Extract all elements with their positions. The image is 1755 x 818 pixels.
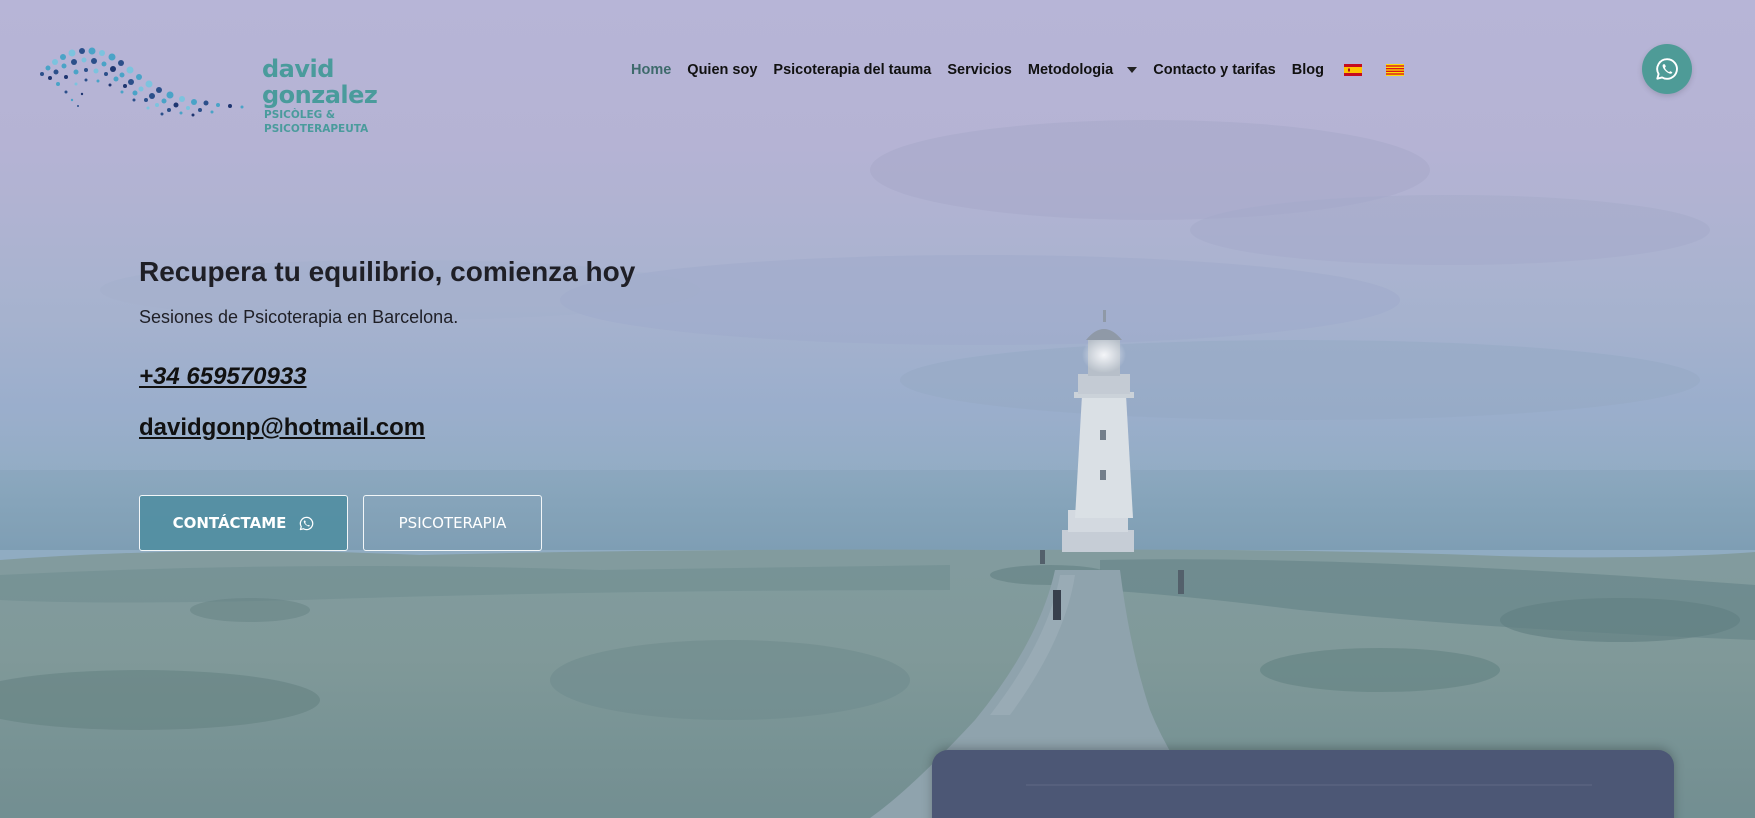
catalonia-flag-icon[interactable] bbox=[1385, 64, 1404, 76]
brand-tagline: PSICÒLEG & PSICOTERAPEUTA bbox=[264, 109, 369, 135]
main-navigation: Home Quien soy Psicoterapia del tauma Se… bbox=[631, 60, 1424, 80]
brand-logo[interactable]: david gonzalez PSICÒLEG & PSICOTERAPEUTA bbox=[36, 44, 436, 135]
nav-item-quien-soy[interactable]: Quien soy bbox=[687, 62, 757, 78]
nav-item-contacto-y-tarifas[interactable]: Contacto y tarifas bbox=[1153, 62, 1275, 78]
hero-title: Recupera tu equilibrio, comienza hoy bbox=[139, 256, 636, 287]
nav-item-blog[interactable]: Blog bbox=[1292, 62, 1324, 78]
phone-link[interactable]: +34 659570933 bbox=[139, 363, 307, 391]
nav-item-metodologia-label: Metodologia bbox=[1027, 62, 1114, 78]
card-divider bbox=[1026, 784, 1592, 786]
brand-name: david gonzalez bbox=[262, 55, 378, 109]
contact-button[interactable]: CONTÁCTAME bbox=[139, 495, 348, 551]
psychotherapy-button[interactable]: PSICOTERAPIA bbox=[363, 495, 542, 551]
nav-item-servicios[interactable]: Servicios bbox=[947, 62, 1012, 78]
video-card[interactable] bbox=[932, 750, 1674, 818]
contact-button-label: CONTÁCTAME bbox=[172, 514, 287, 532]
nav-item-psicoterapia-del-tauma[interactable]: Psicoterapia del tauma bbox=[773, 62, 931, 78]
hero-section: david gonzalez PSICÒLEG & PSICOTERAPEUTA… bbox=[0, 0, 1755, 818]
brand-text: david gonzalez PSICÒLEG & PSICOTERAPEUTA bbox=[262, 56, 436, 136]
dots-wave-logo-icon bbox=[40, 47, 244, 117]
hero-subtitle: Sesiones de Psicoterapia en Barcelona. bbox=[139, 307, 459, 327]
spain-flag-icon[interactable] bbox=[1343, 64, 1362, 76]
nav-item-home[interactable]: Home bbox=[631, 62, 671, 78]
whatsapp-icon bbox=[1656, 58, 1678, 80]
email-link[interactable]: davidgonp@hotmail.com bbox=[139, 414, 425, 442]
nav-item-metodologia[interactable]: Metodologia bbox=[1027, 62, 1138, 78]
chevron-down-icon bbox=[1127, 67, 1138, 73]
whatsapp-button[interactable] bbox=[1642, 44, 1692, 94]
whatsapp-icon bbox=[299, 516, 314, 531]
